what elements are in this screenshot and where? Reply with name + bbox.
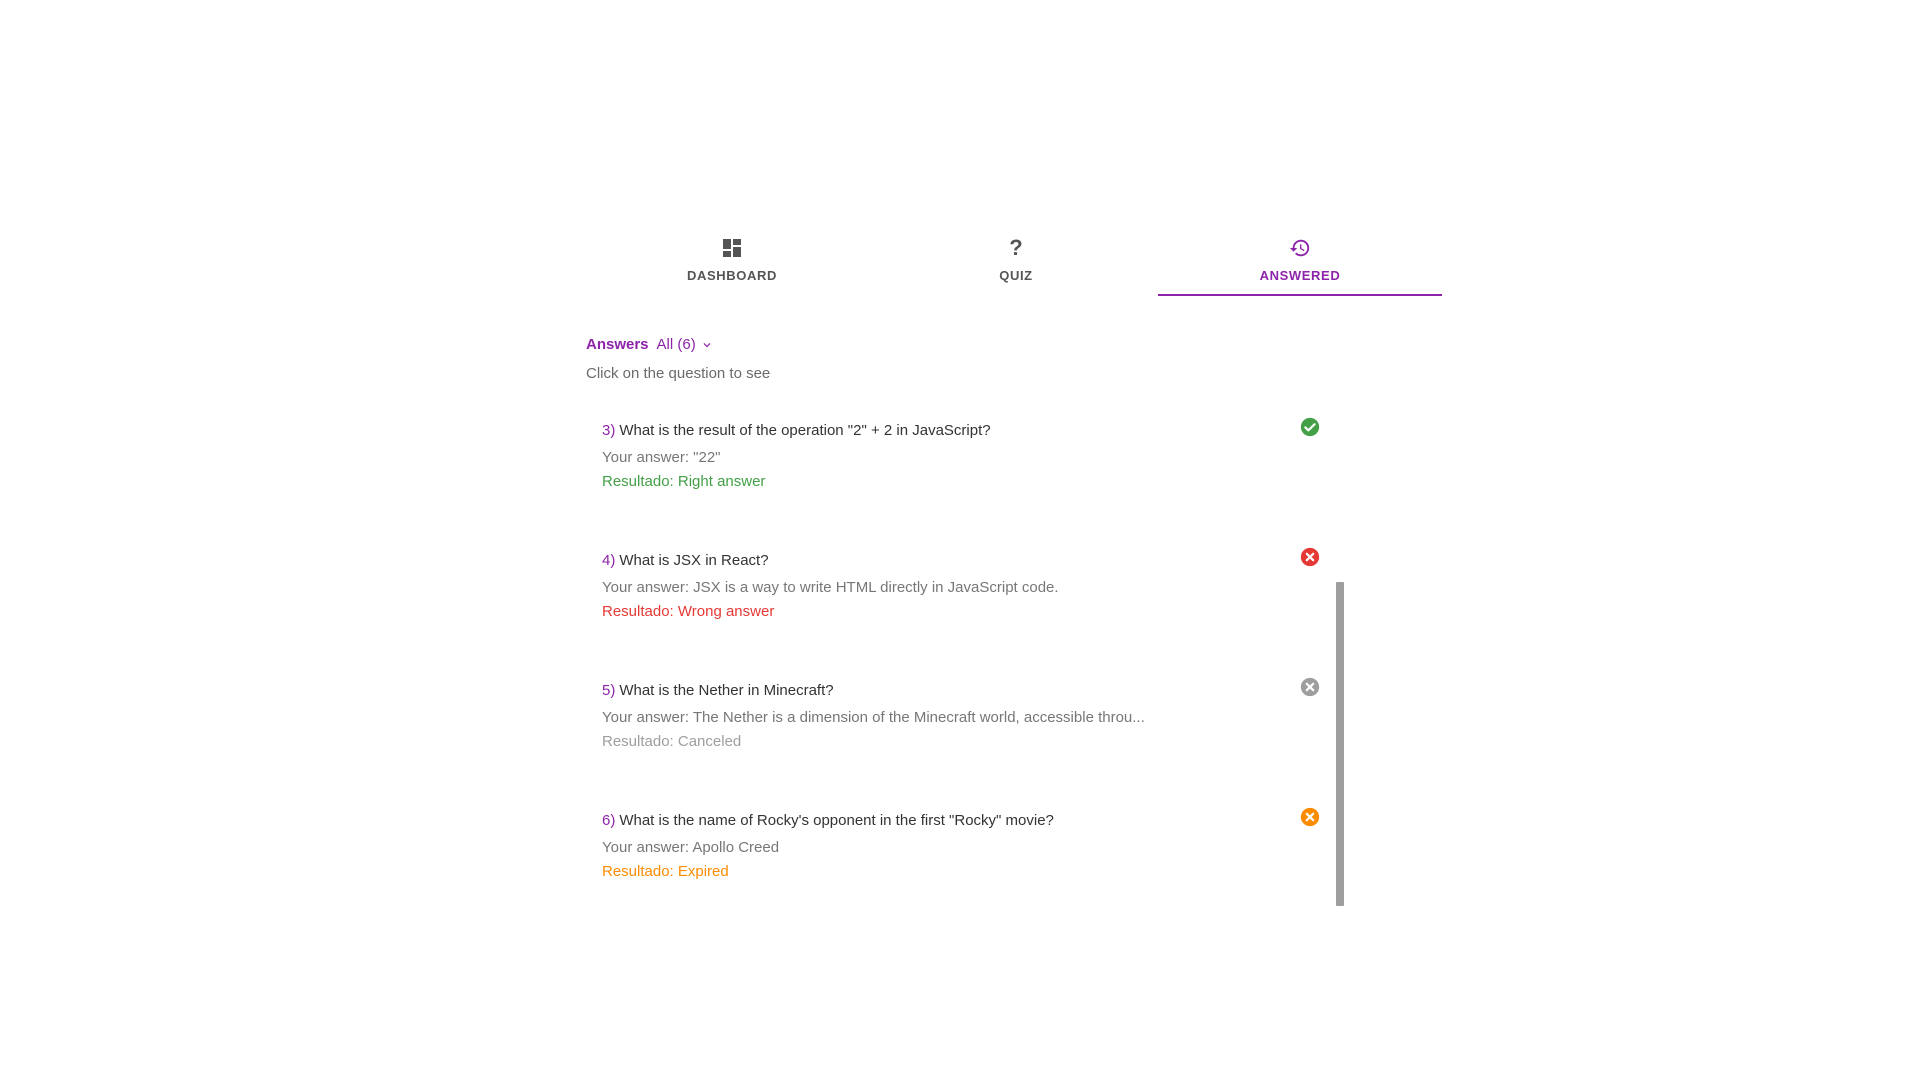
- result-text: Resultado: Canceled: [602, 733, 742, 750]
- answers-filter: Answers All (6): [586, 336, 714, 353]
- question-text: 6) What is the name of Rocky's opponent i…: [602, 812, 1054, 829]
- dashboard-icon: [723, 236, 741, 260]
- tab-bar: DASHBOARD ? QUIZ ANSWERED: [590, 230, 1442, 296]
- question-text: 3) What is the result of the operation "2…: [602, 422, 991, 439]
- result-text: Resultado: Expired: [602, 863, 729, 880]
- check-circle-icon: [1300, 417, 1320, 437]
- result-text: Resultado: Right answer: [602, 473, 766, 490]
- cancel-circle-icon: [1300, 547, 1320, 567]
- answers-filter-select[interactable]: All (6): [657, 336, 714, 353]
- answer-item[interactable]: 3) What is the result of the operation "2…: [602, 414, 1322, 514]
- answer-item[interactable]: 6) What is the name of Rocky's opponent i…: [602, 804, 1322, 904]
- result-text: Resultado: Wrong answer: [602, 603, 775, 620]
- tab-answered-label: ANSWERED: [1259, 268, 1341, 283]
- tab-quiz[interactable]: ? QUIZ: [874, 230, 1158, 296]
- tab-dashboard[interactable]: DASHBOARD: [590, 230, 874, 296]
- question-number: 4): [602, 552, 616, 569]
- answers-filter-value: All (6): [656, 336, 696, 353]
- question-mark-icon: ?: [1009, 235, 1023, 260]
- tab-answered[interactable]: ANSWERED: [1158, 230, 1442, 296]
- tab-dashboard-label: DASHBOARD: [687, 268, 777, 283]
- your-answer: Your answer: "22": [602, 449, 721, 466]
- your-answer: Your answer: JSX is a way to write HTML …: [602, 579, 1059, 596]
- answer-item[interactable]: 5) What is the Nether in Minecraft? Your …: [602, 674, 1322, 774]
- history-icon: [1289, 236, 1311, 260]
- instruction-text: Click on the question to see: [586, 365, 771, 382]
- chevron-down-icon: [703, 342, 711, 347]
- cancel-circle-icon: [1300, 807, 1320, 827]
- question-number: 6): [602, 812, 616, 829]
- cancel-circle-icon: [1300, 677, 1320, 697]
- answers-list: 3) What is the result of the operation "2…: [586, 410, 1346, 906]
- question-text: 4) What is JSX in React?: [602, 552, 769, 569]
- your-answer: Your answer: Apollo Creed: [602, 839, 780, 856]
- answer-item[interactable]: 4) What is JSX in React? Your answer: JSX…: [602, 544, 1322, 644]
- scrollbar-thumb[interactable]: [1336, 582, 1344, 906]
- question-number: 5): [602, 682, 616, 699]
- question-text: 5) What is the Nether in Minecraft?: [602, 682, 834, 699]
- question-number: 3): [602, 422, 616, 439]
- tab-quiz-label: QUIZ: [999, 268, 1033, 283]
- answers-label: Answers: [586, 336, 649, 353]
- your-answer: Your answer: The Nether is a dimension o…: [602, 709, 1145, 726]
